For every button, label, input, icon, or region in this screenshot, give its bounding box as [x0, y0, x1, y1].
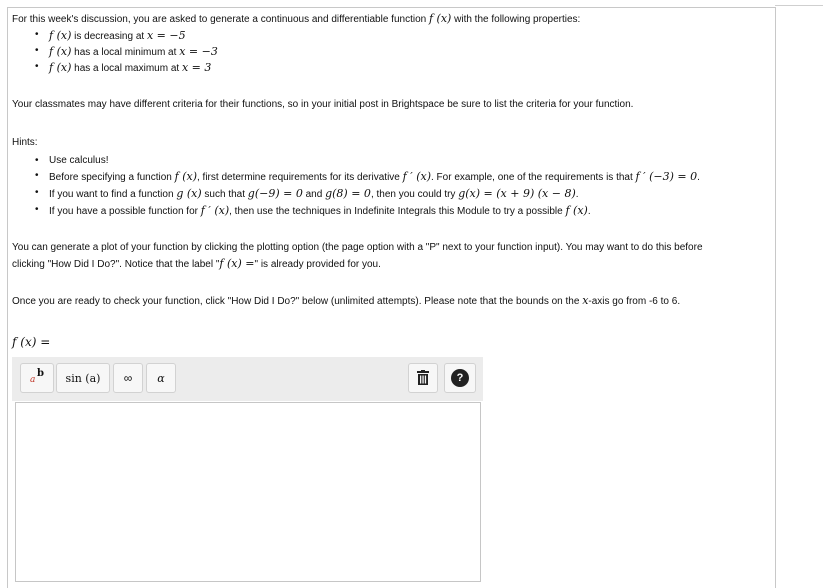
infinity-icon: ∞ — [123, 371, 133, 385]
answer-label: f (x) = — [12, 335, 51, 349]
infinity-button[interactable]: ∞ — [113, 363, 143, 393]
superscript-button[interactable]: a b — [20, 363, 54, 393]
property-item: • f (x) is decreasing at x = −5 — [35, 29, 186, 42]
superscript-icon: a b — [30, 368, 44, 385]
property-item: • f (x) has a local maximum at x = 3 — [35, 61, 212, 74]
plot-note-line1: You can generate a plot of your function… — [12, 242, 703, 253]
math-toolbar: a b sin (a) ∞ α ? — [12, 357, 483, 401]
clear-button[interactable] — [408, 363, 438, 393]
property-item: • f (x) has a local minimum at x = −3 — [35, 45, 218, 58]
trash-icon — [417, 370, 429, 385]
hints-label: Hints: — [12, 137, 38, 148]
ready-note: Once you are ready to check your functio… — [12, 294, 681, 307]
sin-label: sin (a) — [65, 371, 101, 385]
alpha-icon: α — [157, 371, 165, 385]
plot-note-line2: clicking "How Did I Do?". Notice that th… — [12, 257, 381, 270]
hint-item: • If you have a possible function for f ′… — [35, 204, 591, 217]
help-button[interactable]: ? — [444, 363, 476, 393]
hint-item: • If you want to find a function g (x) su… — [35, 187, 579, 200]
function-input[interactable] — [15, 402, 481, 582]
intro-text: For this week's discussion, you are aske… — [12, 12, 581, 25]
hint-item: • Use calculus! — [35, 155, 109, 166]
alpha-button[interactable]: α — [146, 363, 176, 393]
classmates-note: Your classmates may have different crite… — [12, 99, 634, 110]
sin-button[interactable]: sin (a) — [56, 363, 110, 393]
hint-item: • Before specifying a function f (x), fir… — [35, 170, 700, 183]
top-divider — [775, 5, 823, 6]
help-icon: ? — [451, 369, 469, 387]
